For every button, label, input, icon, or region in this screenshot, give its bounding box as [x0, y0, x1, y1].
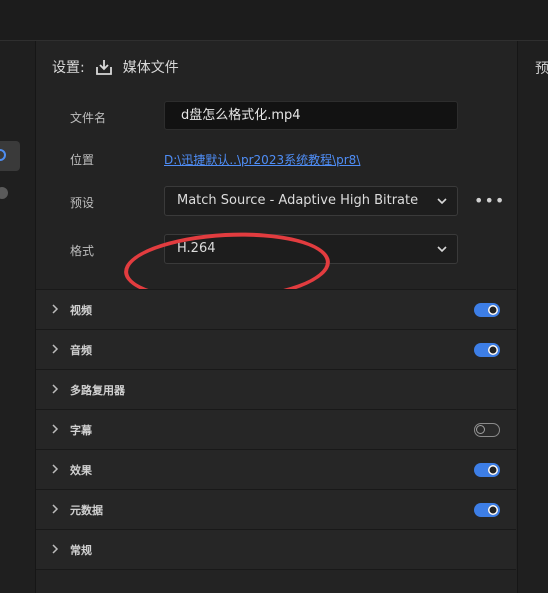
section-metadata[interactable]: 元数据: [36, 489, 516, 529]
format-label: 格式: [70, 244, 95, 258]
preset-value: Match Source - Adaptive High Bitrate: [177, 193, 419, 208]
section-multiplexer[interactable]: 多路复用器: [36, 369, 516, 409]
export-icon[interactable]: [95, 58, 113, 76]
chevron-right-icon: [52, 344, 59, 354]
section-title: 常规: [70, 544, 92, 557]
section-video[interactable]: 视频: [36, 289, 516, 329]
section-effects[interactable]: 效果: [36, 449, 516, 489]
media-file-label: 媒体文件: [122, 60, 179, 76]
chevron-down-icon: [437, 246, 447, 253]
section-title: 音频: [70, 344, 92, 357]
metadata-toggle[interactable]: [474, 503, 500, 517]
chevron-right-icon: [52, 544, 59, 554]
section-title: 多路复用器: [70, 384, 125, 397]
settings-header: 设置: 媒体文件: [52, 57, 179, 77]
filename-label: 文件名: [70, 111, 107, 125]
chevron-right-icon: [52, 464, 59, 474]
left-panel: [0, 41, 36, 593]
right-panel-label: 预: [535, 61, 548, 77]
preset-dropdown[interactable]: Match Source - Adaptive High Bitrate: [164, 186, 458, 216]
section-title: 视频: [70, 304, 92, 317]
more-icon[interactable]: •••: [474, 193, 504, 209]
settings-heading: 设置:: [52, 60, 85, 76]
section-general[interactable]: 常规: [36, 529, 516, 569]
chevron-right-icon: [52, 424, 59, 434]
section-title: 元数据: [70, 504, 103, 517]
location-link[interactable]: D:\迅捷默认..\pr2023系统教程\pr8\: [164, 151, 360, 168]
effects-toggle[interactable]: [474, 463, 500, 477]
section-captions[interactable]: 字幕: [36, 409, 516, 449]
captions-toggle[interactable]: [474, 423, 500, 437]
top-bar: [0, 0, 548, 41]
chevron-down-icon: [437, 198, 447, 205]
chevron-right-icon: [52, 504, 59, 514]
chevron-right-icon: [52, 304, 59, 314]
panel-footer: [36, 569, 516, 592]
settings-sections: 视频 音频 多路复用器 字幕 效果 元数据 常规: [36, 289, 516, 592]
radio-unselected-icon[interactable]: [0, 187, 8, 199]
section-audio[interactable]: 音频: [36, 329, 516, 369]
chevron-right-icon: [52, 384, 59, 394]
location-label: 位置: [70, 153, 95, 167]
video-toggle[interactable]: [474, 303, 500, 317]
audio-toggle[interactable]: [474, 343, 500, 357]
right-panel: 预: [517, 41, 548, 593]
filename-field[interactable]: d盘怎么格式化.mp4: [164, 101, 458, 130]
export-settings-panel: 设置: 媒体文件 文件名 d盘怎么格式化.mp4 位置 D:\迅捷默认..\pr…: [36, 41, 516, 593]
section-title: 字幕: [70, 424, 92, 437]
section-title: 效果: [70, 464, 92, 477]
preset-label: 预设: [70, 196, 95, 210]
